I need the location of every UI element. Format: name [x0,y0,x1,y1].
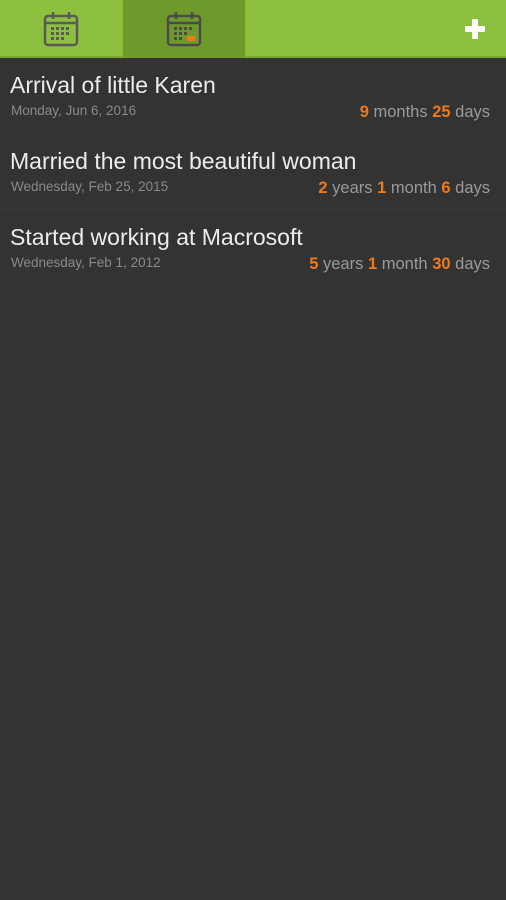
list-item[interactable]: Arrival of little Karen Monday, Jun 6, 2… [0,58,506,134]
list-item[interactable]: Started working at Macrosoft Wednesday, … [0,210,506,286]
elapsed-number: 9 [359,103,369,121]
event-date: Wednesday, Feb 25, 2015 [11,179,169,194]
elapsed-number: 5 [309,255,319,273]
elapsed-unit: years [323,255,364,273]
elapsed-time: 9 months 25 days [360,103,490,122]
event-date: Monday, Jun 6, 2016 [11,103,137,118]
plus-icon [465,19,485,39]
elapsed-unit: month [381,255,428,273]
elapsed-number: 2 [318,179,328,197]
elapsed-unit: month [390,179,437,197]
elapsed-number: 1 [377,179,387,197]
elapsed-time: 5 years 1 month 30 days [309,255,490,274]
event-list: Arrival of little Karen Monday, Jun 6, 2… [0,58,506,286]
elapsed-number: 1 [367,255,378,273]
tab-calendar[interactable] [0,0,122,58]
elapsed-number: 30 [432,255,451,273]
elapsed-unit: months [373,103,428,121]
elapsed-number: 25 [432,103,451,121]
event-date: Wednesday, Feb 1, 2012 [11,255,161,270]
event-title: Married the most beautiful woman [10,148,357,174]
calendar-event-icon [166,12,202,47]
tab-events[interactable] [123,0,245,58]
elapsed-unit: years [332,179,373,197]
elapsed-unit: days [455,103,490,121]
event-title: Arrival of little Karen [10,72,216,98]
elapsed-unit: days [455,179,490,197]
elapsed-unit: days [455,255,490,273]
list-item[interactable]: Married the most beautiful woman Wednesd… [0,134,506,210]
top-bar [0,0,506,58]
calendar-icon [43,12,79,47]
event-title: Started working at Macrosoft [10,224,303,250]
add-event-button[interactable] [458,12,492,46]
elapsed-number: 6 [441,179,451,197]
elapsed-time: 2 years 1 month 6 days [318,179,490,198]
